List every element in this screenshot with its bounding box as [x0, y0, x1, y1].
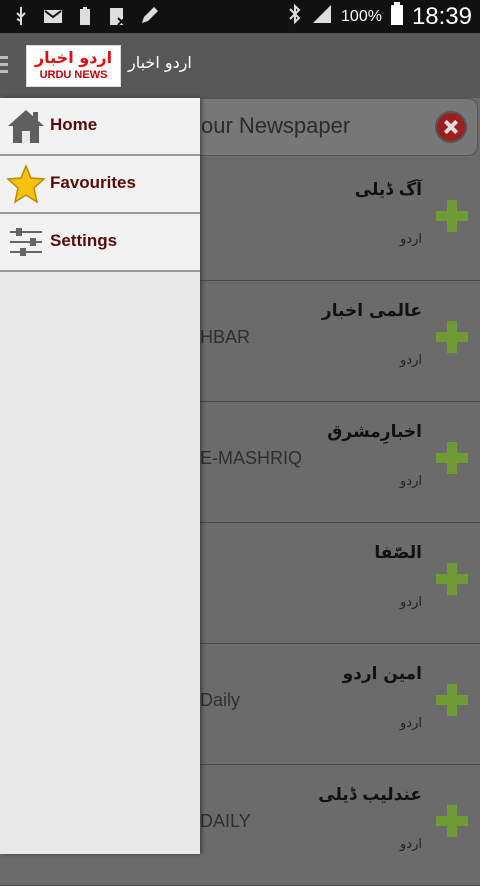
drawer-item-label: Favourites [50, 173, 136, 192]
search-bar[interactable]: our Newspaper [180, 98, 478, 156]
logo-urdu-text: اردو اخبار [34, 48, 113, 67]
status-bar: 100% 18:39 [0, 0, 480, 33]
logo-english-text: URDU NEWS [39, 69, 108, 81]
search-input[interactable]: our Newspaper [201, 113, 350, 139]
add-favourite-icon[interactable] [434, 803, 470, 839]
newspaper-urdu-name: آگ ڈیلی [354, 180, 422, 200]
add-favourite-icon[interactable] [434, 440, 470, 476]
app-bar: اردو اخبار URDU NEWS اردو اخبار [0, 33, 480, 98]
app-logo[interactable]: اردو اخبار URDU NEWS [26, 45, 121, 87]
sliders-icon [6, 222, 46, 262]
clock: 18:39 [411, 2, 472, 30]
add-favourite-icon[interactable] [434, 319, 470, 355]
newspaper-english-name: Daily [200, 690, 241, 710]
newspaper-language: اردو [400, 353, 422, 368]
add-favourite-icon[interactable] [434, 561, 470, 597]
add-favourite-icon[interactable] [434, 198, 470, 234]
newspaper-language: اردو [400, 232, 422, 247]
bluetooth-icon [287, 3, 303, 30]
no-sim-icon [106, 5, 128, 27]
star-icon [6, 164, 46, 204]
drawer-toggle-icon[interactable] [0, 56, 8, 76]
clear-search-button[interactable] [435, 111, 467, 143]
newspaper-language: اردو [400, 474, 422, 489]
mail-icon [42, 5, 64, 27]
battery-icon [390, 2, 404, 31]
drawer-item-home[interactable]: Home [0, 98, 200, 156]
newspaper-english-name: HBAR [200, 327, 251, 347]
usb-icon [10, 5, 32, 27]
drawer-item-label: Home [50, 115, 98, 134]
newspaper-english-name: E-MASHRIQ [200, 448, 303, 468]
drawer-item-favourites[interactable]: Favourites [0, 156, 200, 214]
newspaper-urdu-name: الصّفا [374, 543, 422, 563]
newspaper-urdu-name: عالمی اخبار [321, 301, 422, 321]
newspaper-language: اردو [400, 595, 422, 610]
newspaper-urdu-name: اخبارِمشرق [327, 422, 422, 442]
newspaper-urdu-name: امین اردو [342, 664, 422, 684]
newspaper-language: اردو [400, 716, 422, 731]
newspaper-language: اردو [400, 837, 422, 852]
navigation-drawer: Home Favourites Settings [0, 98, 200, 854]
newspaper-urdu-name: عندلیب ڈیلی [318, 785, 422, 805]
pencil-icon [138, 5, 160, 27]
signal-icon [311, 3, 333, 30]
drawer-item-settings[interactable]: Settings [0, 214, 200, 272]
home-icon [6, 106, 46, 146]
battery-small-icon [74, 5, 96, 27]
add-favourite-icon[interactable] [434, 682, 470, 718]
app-title: اردو اخبار [128, 53, 192, 72]
drawer-item-label: Settings [50, 231, 118, 250]
battery-percent: 100% [341, 7, 382, 25]
newspaper-english-name: DAILY [200, 811, 251, 831]
